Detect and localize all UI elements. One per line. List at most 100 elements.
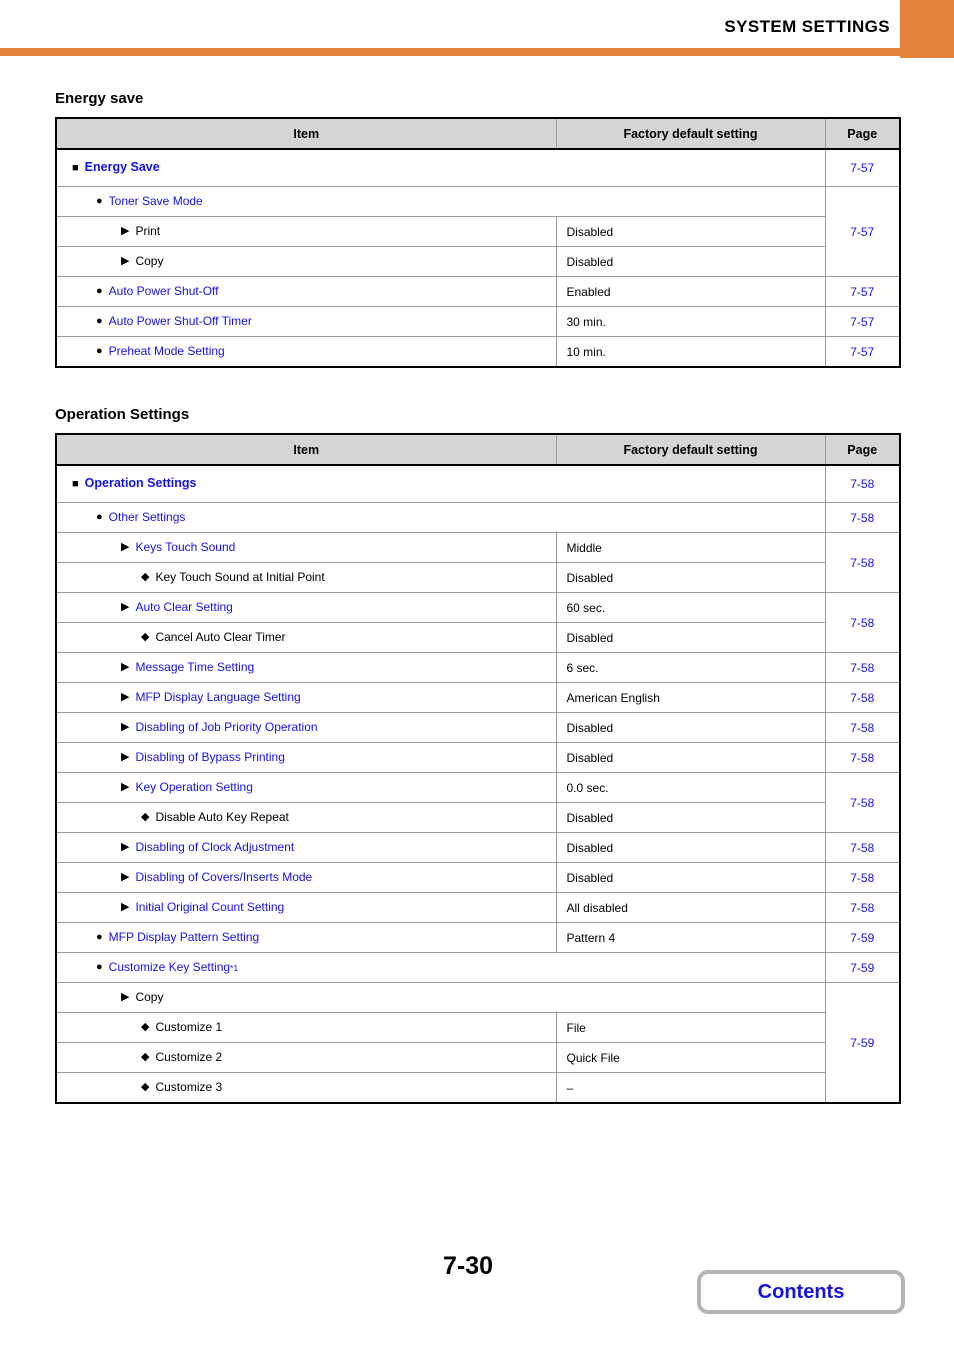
table-row: ▶ Initial Original Count Setting All disab… [55, 892, 901, 923]
page-reference-link[interactable]: 7-58 [824, 712, 901, 743]
page-reference-link[interactable]: 7-59 [824, 982, 901, 1104]
page-reference-link[interactable]: 7-58 [824, 772, 901, 833]
page-reference-link[interactable]: 7-57 [824, 276, 901, 307]
table-row: ● Auto Power Shut-Off Timer 30 min. 7-57 [55, 306, 901, 337]
column-header-item: Item [55, 117, 557, 150]
item-label: Cancel Auto Clear Timer [155, 629, 286, 644]
item-cell: ▶ Initial Original Count Setting [55, 892, 557, 923]
item-link[interactable]: Disabling of Bypass Printing [135, 750, 284, 764]
default-value-cell: Disabled [555, 622, 826, 653]
page-reference-link[interactable]: 7-58 [824, 532, 901, 593]
item-link[interactable]: Keys Touch Sound [135, 540, 235, 554]
default-value-cell: All disabled [555, 892, 826, 923]
default-value-cell: Disabled [555, 832, 826, 863]
table-row: ▶ Disabling of Clock Adjustment Disabled 7-… [55, 832, 901, 863]
item-cell: ● Preheat Mode Setting [55, 336, 557, 368]
item-cell: ▶ Disabling of Clock Adjustment [55, 832, 557, 863]
settings-table: Item Factory default setting Page ■ Energy S… [55, 117, 901, 368]
page-reference-link[interactable]: 7-58 [824, 652, 901, 683]
section-heading: Energy save [55, 90, 144, 107]
table-row: ◆ Cancel Auto Clear Timer Disabled [55, 622, 900, 653]
diamond-bullet-icon: ◆ [141, 1081, 150, 1093]
diamond-bullet-icon: ◆ [141, 1021, 150, 1033]
table-row: ● Auto Power Shut-Off Enabled 7-57 [55, 276, 901, 307]
item-link[interactable]: Auto Power Shut-Off [109, 284, 219, 298]
item-cell: ▶ Keys Touch Sound [55, 532, 557, 563]
page-header: SYSTEM SETTINGS [0, 0, 954, 58]
item-link[interactable]: Disabling of Covers/Inserts Mode [135, 870, 312, 884]
page-footer: 7-30 Contents [0, 1230, 954, 1350]
header-accent-rule [0, 48, 954, 56]
triangle-bullet-icon: ▶ [121, 255, 130, 267]
item-cell: ◆ Disable Auto Key Repeat [55, 802, 557, 833]
page-reference-link[interactable]: 7-57 [824, 336, 901, 368]
page-reference-link[interactable]: 7-58 [824, 742, 901, 773]
item-label: Copy [135, 989, 164, 1004]
item-link[interactable]: Toner Save Mode [109, 194, 203, 208]
table-row: ▶ Print Disabled [55, 216, 900, 247]
circle-bullet-icon: ● [96, 511, 103, 523]
item-cell: ● Auto Power Shut-Off Timer [55, 306, 557, 337]
item-link[interactable]: Initial Original Count Setting [135, 900, 284, 914]
item-link[interactable]: Message Time Setting [135, 660, 254, 674]
contents-button[interactable]: Contents [697, 1270, 905, 1314]
column-header-default: Factory default setting [555, 433, 826, 466]
sections-container: Energy save Item Factory default setting Pa… [55, 90, 901, 1104]
page-reference-link[interactable]: 7-58 [824, 892, 901, 923]
table-row: ▶ Disabling of Covers/Inserts Mode Disable… [55, 862, 901, 893]
table-row: ▶ Keys Touch Sound Middle 7-58 [55, 532, 901, 593]
page-reference-link[interactable]: 7-58 [824, 682, 901, 713]
item-link[interactable]: Disabling of Clock Adjustment [135, 840, 294, 854]
triangle-bullet-icon: ▶ [121, 871, 130, 883]
item-link[interactable]: MFP Display Language Setting [135, 690, 300, 704]
page-title: SYSTEM SETTINGS [724, 17, 890, 36]
default-value-cell: 60 sec. [555, 592, 826, 623]
page-reference-link[interactable]: 7-58 [824, 464, 901, 503]
item-link[interactable]: Disabling of Job Priority Operation [135, 720, 317, 734]
default-value-cell: 30 min. [555, 306, 826, 337]
triangle-bullet-icon: ▶ [121, 901, 130, 913]
item-link[interactable]: Energy Save [85, 160, 160, 175]
item-cell: ● Toner Save Mode [55, 186, 826, 217]
item-cell: ◆ Customize 3 [55, 1072, 557, 1104]
page-reference-link[interactable]: 7-58 [824, 862, 901, 893]
item-link[interactable]: Key Operation Setting [135, 780, 252, 794]
default-value-cell: Disabled [555, 862, 826, 893]
table-row: ◆ Key Touch Sound at Initial Point Disable… [55, 562, 900, 593]
item-link[interactable]: Auto Clear Setting [135, 600, 232, 614]
item-label: Customize 1 [155, 1019, 223, 1034]
table-row: ▶ Key Operation Setting 0.0 sec. 7-58 [55, 772, 901, 833]
item-link[interactable]: Preheat Mode Setting [109, 344, 225, 358]
column-header-item: Item [55, 433, 557, 466]
page-reference-link[interactable]: 7-57 [824, 306, 901, 337]
item-link[interactable]: Other Settings [109, 510, 186, 524]
page-reference-link[interactable]: 7-57 [824, 186, 901, 277]
item-label: Key Touch Sound at Initial Point [155, 569, 325, 584]
column-header-page: Page [824, 117, 901, 150]
circle-bullet-icon: ● [96, 195, 103, 207]
page-reference-link[interactable]: 7-58 [824, 502, 901, 533]
item-link[interactable]: Auto Power Shut-Off Timer [109, 314, 252, 328]
default-value-cell: – [555, 1072, 826, 1104]
default-value-cell: 6 sec. [555, 652, 826, 683]
contents-button-label: Contents [757, 1281, 845, 1303]
page-reference-link[interactable]: 7-59 [824, 922, 901, 953]
item-cell: ▶ Auto Clear Setting [55, 592, 557, 623]
item-link[interactable]: Operation Settings [85, 476, 197, 491]
table-row: ▶ Disabling of Bypass Printing Disabled 7-5… [55, 742, 901, 773]
item-label: Print [135, 223, 161, 238]
table-row: ◆ Customize 3 – [55, 1072, 900, 1104]
page-reference-link[interactable]: 7-58 [824, 592, 901, 653]
item-link[interactable]: MFP Display Pattern Setting [109, 930, 260, 944]
page-content: Energy save Item Factory default setting Pa… [0, 90, 954, 1104]
table-header-row: Item Factory default setting Page [55, 117, 901, 150]
page-reference-link[interactable]: 7-59 [824, 952, 901, 983]
triangle-bullet-icon: ▶ [121, 841, 130, 853]
square-bullet-icon: ■ [72, 161, 79, 174]
item-link[interactable]: Customize Key Setting [109, 960, 230, 974]
column-header-page: Page [824, 433, 901, 466]
page-reference-link[interactable]: 7-57 [824, 148, 901, 187]
table-row: ● Toner Save Mode 7-57 [55, 186, 901, 277]
page-reference-link[interactable]: 7-58 [824, 832, 901, 863]
table-row: ◆ Customize 2 Quick File [55, 1042, 900, 1073]
